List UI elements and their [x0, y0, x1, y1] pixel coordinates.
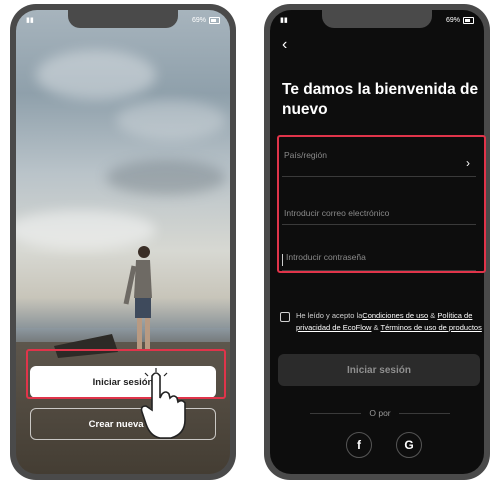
battery-icon — [463, 16, 474, 24]
terms-of-use-link[interactable]: Condiciones de uso — [362, 311, 428, 320]
google-login-icon[interactable]: G — [396, 432, 422, 458]
beach-background — [16, 10, 230, 474]
terms-separator: & — [371, 323, 381, 332]
terms-checkbox[interactable] — [280, 312, 290, 322]
left-phone-frame: ▮▮ 69% Iniciar sesión Crear nueva cu — [10, 4, 236, 480]
left-phone-screen: ▮▮ 69% Iniciar sesión Crear nueva cu — [16, 10, 230, 474]
facebook-login-icon[interactable]: f — [346, 432, 372, 458]
terms-text: He leído y acepto laCondiciones de uso &… — [296, 310, 484, 334]
battery-icon — [209, 16, 220, 24]
terms-separator: & — [428, 311, 438, 320]
status-bar: ▮▮ 69% — [16, 14, 230, 26]
battery-percent: 69% — [445, 16, 460, 24]
highlight-box-login — [26, 349, 226, 399]
signal-icon: ▮▮ — [280, 17, 288, 24]
product-terms-link[interactable]: Términos de uso de productos — [381, 323, 482, 332]
page-title: Te damos la bienvenida de nuevo — [282, 81, 479, 118]
highlight-box-fields — [277, 135, 486, 273]
terms-prefix: He leído y acepto la — [296, 311, 363, 320]
person-walking-image — [123, 246, 152, 350]
back-chevron-icon[interactable]: ‹ — [282, 36, 287, 54]
signal-icon: ▮▮ — [26, 17, 34, 24]
or-text: O por — [369, 408, 391, 418]
battery-percent: 69% — [191, 16, 206, 24]
signin-button[interactable]: Iniciar sesión — [278, 354, 480, 386]
or-divider: O por — [310, 408, 451, 418]
pointing-hand-icon — [140, 368, 186, 439]
status-bar: ▮▮ 69% — [270, 14, 484, 26]
